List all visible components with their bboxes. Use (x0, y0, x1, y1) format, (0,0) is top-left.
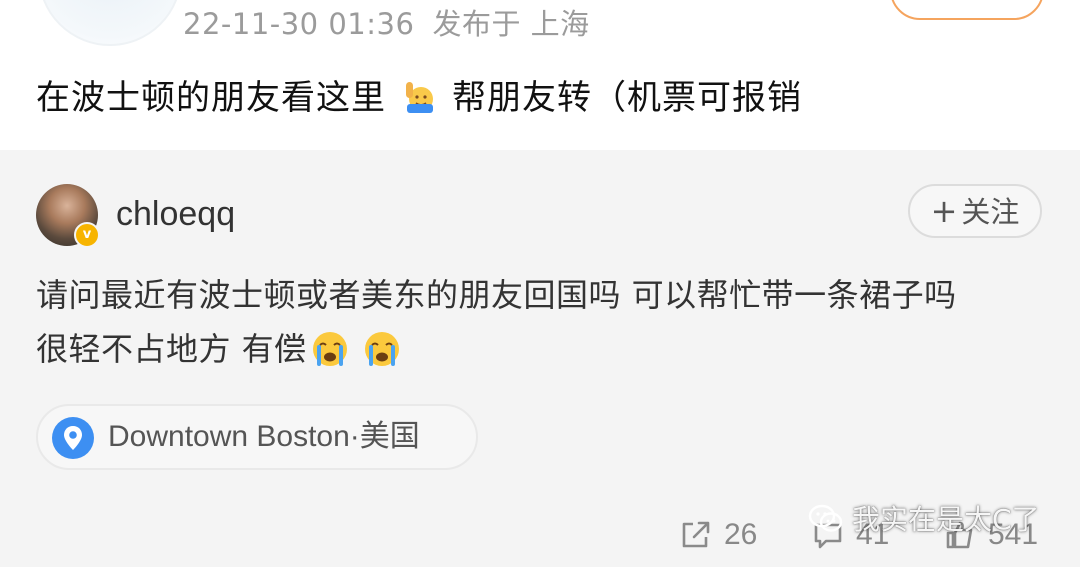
crying-face-icon (363, 330, 401, 368)
comment-line-2: 很轻不占地方 有偿 (36, 330, 307, 368)
poster-follow-button[interactable] (890, 0, 1044, 20)
comment-text: 请问最近有波士顿或者美东的朋友回国吗 可以帮忙带一条裙子吗 很轻不占地方 有偿 (36, 268, 1046, 376)
comment-line-2-wrap: 很轻不占地方 有偿 (36, 322, 1046, 376)
follow-label: 关注 (961, 195, 1020, 229)
verified-badge-icon: v (74, 222, 100, 248)
share-button[interactable]: 26 (680, 510, 757, 560)
location-tag[interactable]: Downtown Boston·美国 (36, 404, 478, 470)
post-meta: 22-11-30 01:36 发布于 上海 (183, 4, 590, 44)
comment-line-1: 请问最近有波士顿或者美东的朋友回国吗 可以帮忙带一条裙子吗 (36, 276, 957, 314)
post-header: 22-11-30 01:36 发布于 上海 在波士顿的朋友看这里 帮朋友转（机票可… (0, 0, 1080, 150)
share-count: 26 (724, 518, 758, 551)
commenter-username[interactable]: chloeqq (116, 190, 235, 238)
watermark-text: 我实在是太C了 (852, 503, 1040, 536)
hand-raise-emoji-icon (404, 77, 436, 113)
post-location: 发布于 上海 (432, 7, 590, 41)
location-pin-icon (52, 417, 94, 459)
plus-icon: + (930, 192, 958, 230)
follow-button[interactable]: + 关注 (908, 184, 1042, 238)
post-text: 在波士顿的朋友看这里 帮朋友转（机票可报销 (36, 72, 802, 124)
poster-avatar[interactable] (38, 0, 182, 46)
location-tag-label: Downtown Boston·美国 (108, 420, 420, 453)
commenter-avatar[interactable]: v (36, 184, 100, 248)
post-text-tail: 帮朋友转（机票可报销 (452, 78, 802, 118)
repost-card[interactable]: v chloeqq + 关注 请问最近有波士顿或者美东的朋友回国吗 可以帮忙带一条… (0, 150, 1080, 567)
post-timestamp: 22-11-30 01:36 (183, 7, 415, 41)
post-text-main: 在波士顿的朋友看这里 (36, 78, 386, 118)
share-icon (682, 521, 710, 548)
wechat-logo-icon (808, 504, 843, 532)
wechat-watermark: 我实在是太C了 (808, 498, 1040, 542)
crying-face-icon (311, 330, 349, 368)
